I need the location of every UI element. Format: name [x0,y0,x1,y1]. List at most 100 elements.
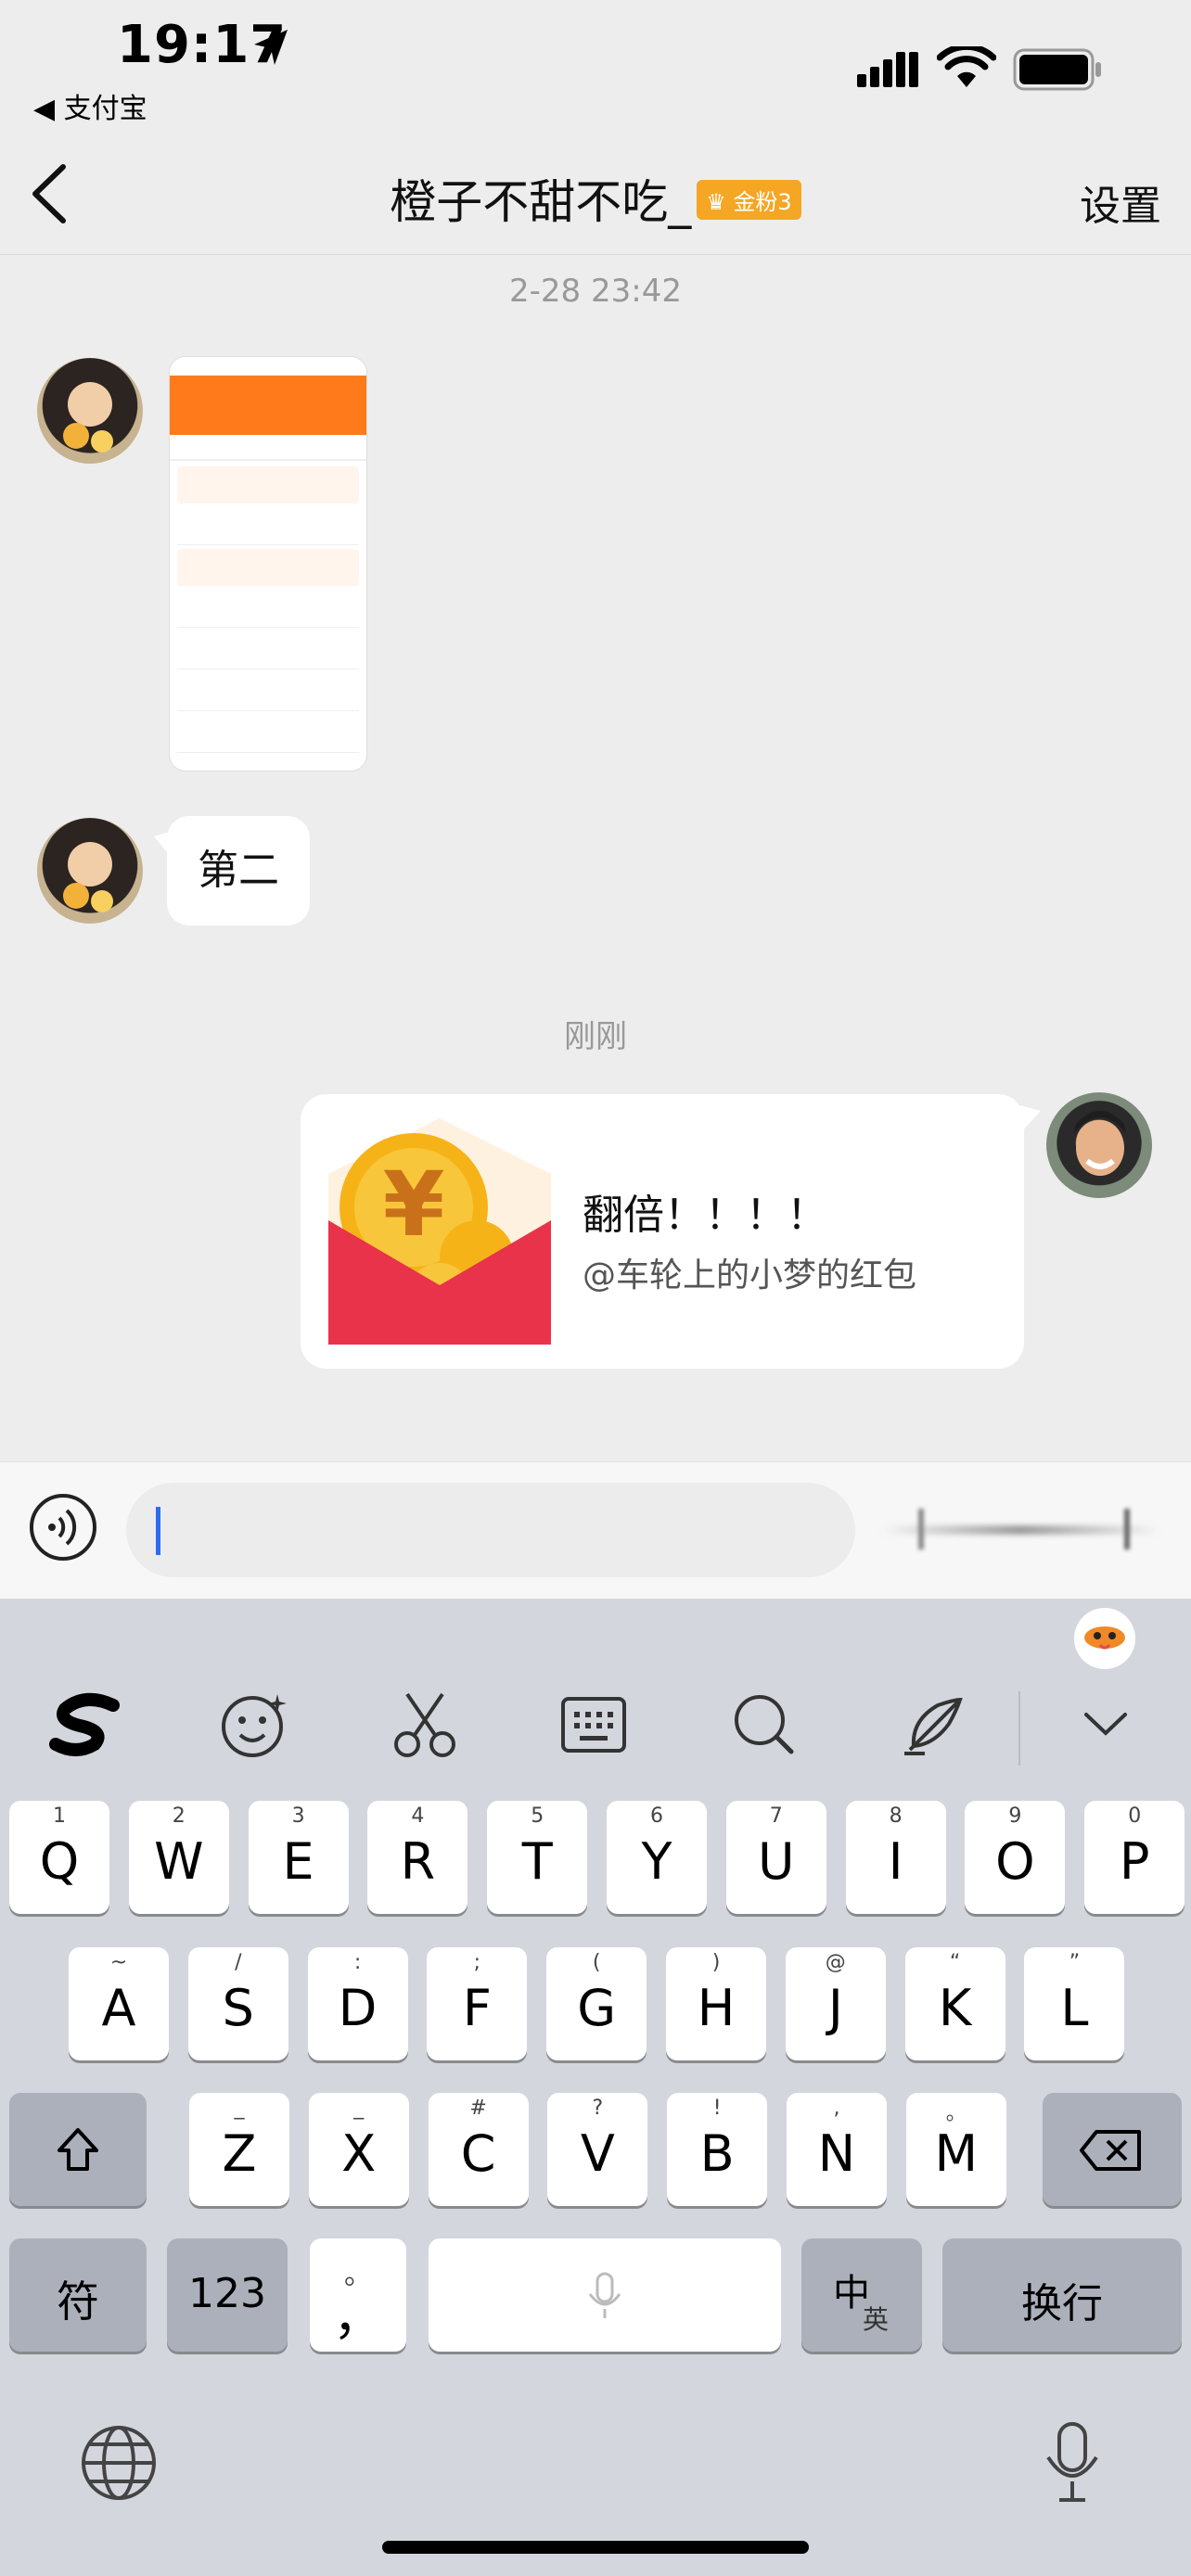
numbers-key[interactable]: 123 [167,2238,288,2352]
key-d[interactable]: :D [307,1947,408,2060]
key-label: W [154,1832,204,1891]
timestamp: 刚刚 [564,1018,627,1055]
space-key[interactable] [429,2238,781,2352]
key-b[interactable]: ! B [667,2093,768,2206]
key-label: L [1060,1979,1089,2037]
key-g[interactable]: (G [546,1947,647,2060]
key-hint: ( [592,1951,601,1974]
numbers-key-label: 123 [188,2270,266,2317]
dictation-microphone-icon[interactable] [1043,2420,1102,2506]
scissors-shape [394,1692,455,1757]
microphone-icon [588,2272,621,2318]
image-thumb-header [170,376,366,435]
comma-key-label: ， [333,2288,383,2346]
settings-button[interactable]: 设置 [1080,172,1161,232]
key-label: G [577,1979,617,2037]
key-k[interactable]: “K [904,1947,1005,2060]
search-shape [735,1695,794,1754]
key-m[interactable]: 。 M [905,2093,1006,2206]
key-z[interactable]: _ Z [189,2093,289,2206]
handwriting-icon[interactable] [887,1678,980,1771]
key-u[interactable]: 7U [725,1801,826,1914]
message-text: 第二 [198,847,279,894]
key-e[interactable]: 3E [248,1801,349,1914]
key-hint: 5 [531,1804,544,1828]
fan-badge: ♛ 金粉3 [697,180,801,220]
red-packet-icon: ¥ [328,1118,551,1345]
key-hint: 9 [1008,1804,1022,1828]
key-hint: 。 [945,2102,967,2125]
key-hint: 3 [291,1804,305,1828]
key-hint: 8 [889,1804,903,1828]
message-bubble[interactable]: 第二 [167,816,310,925]
backspace-icon [1080,2130,1141,2171]
key-hint: # [469,2097,487,2120]
key-hint: _ [234,2097,245,2120]
keyboard-mascot-icon[interactable] [1074,1608,1135,1669]
key-label: E [282,1832,314,1891]
key-label: J [827,1979,843,2037]
status-bar: 19:17 ◀ 支付宝 [0,0,1191,139]
key-label: D [338,1979,378,2037]
key-label: S [222,1979,254,2037]
blurred-action-buttons[interactable] [881,1509,1159,1549]
search-icon[interactable] [718,1678,811,1771]
red-packet-message[interactable]: ¥ 翻倍！！！！ @车轮上的小梦的红包 [301,1094,1024,1369]
toolbar-divider [1018,1691,1020,1766]
text-cursor [156,1507,160,1555]
voice-input-icon[interactable] [28,1492,98,1562]
emoji-icon[interactable] [208,1678,301,1771]
key-label: T [521,1832,553,1891]
key-label: U [758,1832,795,1891]
key-i[interactable]: 8I [845,1801,946,1914]
image-thumb-list [170,461,366,762]
key-q[interactable]: 1Q [9,1801,109,1914]
message-input[interactable] [126,1483,855,1577]
avatar-self-art [1074,1111,1126,1176]
avatar-other-user[interactable] [37,818,143,924]
language-key-sub: 英 [863,2304,890,2335]
collapse-keyboard-icon[interactable] [1059,1678,1152,1771]
keyboard-layout-icon[interactable] [547,1678,640,1771]
key-hint: ? [592,2097,604,2120]
sogou-logo-icon[interactable] [39,1678,132,1771]
key-hint: 1 [53,1804,66,1828]
sogou-s-shape [49,1693,120,1756]
scissors-icon[interactable] [378,1678,471,1771]
key-o[interactable]: 9O [965,1801,1066,1914]
battery-icon [1013,48,1101,91]
key-l[interactable]: ” L [1024,1947,1125,2060]
key-h[interactable]: ) H [666,1947,766,2060]
key-j[interactable]: @ J [785,1947,886,2060]
key-r[interactable]: 4R [367,1801,468,1914]
home-indicator[interactable] [382,2541,809,2554]
back-to-app-link[interactable]: ◀ 支付宝 [33,85,147,126]
key-p[interactable]: 0P [1084,1801,1185,1914]
symbols-key[interactable]: 符 [9,2238,147,2352]
key-s[interactable]: / S [187,1947,288,2060]
key-y[interactable]: 6Y [607,1801,707,1914]
key-label: R [400,1832,436,1891]
key-label: I [888,1832,903,1891]
backspace-key[interactable] [1043,2093,1182,2206]
key-n[interactable]: ,N [787,2093,887,2206]
key-w[interactable]: 2W [128,1801,229,1914]
globe-icon[interactable] [80,2424,158,2502]
shift-key[interactable] [9,2093,147,2206]
key-v[interactable]: ? V [547,2093,648,2206]
key-x[interactable]: _ X [308,2093,409,2206]
language-switch-key[interactable]: 中 英 [801,2238,922,2352]
key-a[interactable]: ~ A [69,1947,169,2060]
chevron-down-icon [1084,1713,1127,1736]
return-key[interactable]: 换行 [942,2238,1182,2352]
key-label: Z [222,2124,257,2183]
key-hint: 0 [1128,1804,1142,1828]
avatar-other-user[interactable] [37,358,143,464]
comma-key[interactable]: 。 ， [310,2238,406,2352]
image-message[interactable] [169,356,367,772]
avatar-self[interactable] [1046,1092,1152,1198]
key-c[interactable]: # C [428,2093,529,2206]
key-f[interactable]: ; F [427,1947,528,2060]
key-label: A [101,1979,136,2037]
key-t[interactable]: 5T [487,1801,588,1914]
